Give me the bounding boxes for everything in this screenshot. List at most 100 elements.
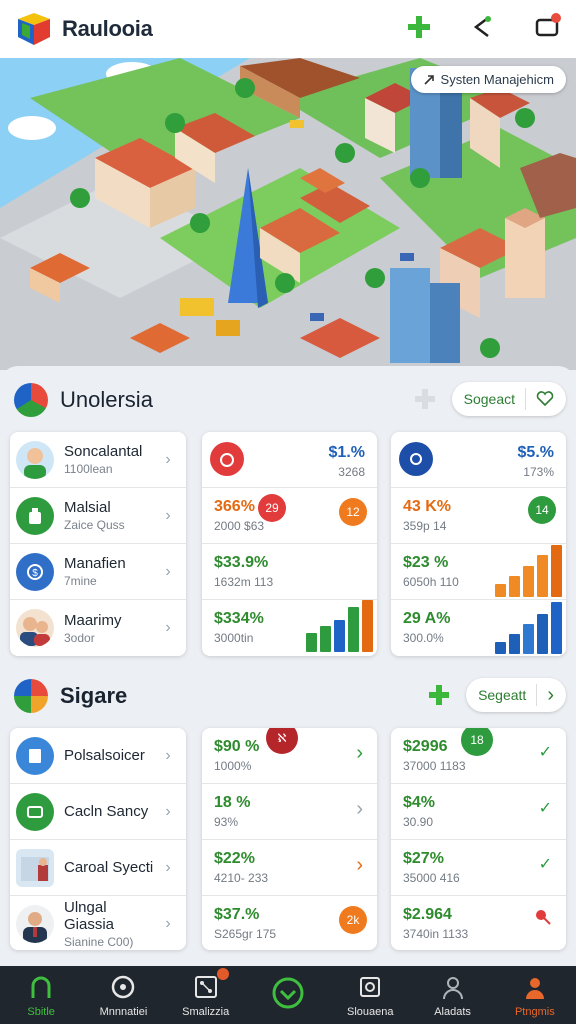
- chevron-right-icon: ›: [165, 562, 171, 580]
- nav-item-check[interactable]: [247, 966, 329, 1024]
- avatar: [16, 905, 54, 943]
- chevron-right-icon[interactable]: ›: [356, 798, 363, 821]
- list-item[interactable]: Caroal Syecti ›: [10, 840, 186, 896]
- mini-bar: [551, 602, 562, 654]
- section-header-2: Sigare Segeatt ›: [14, 676, 566, 716]
- check-icon: ✓: [538, 744, 552, 761]
- stat-row[interactable]: $22% 4210- 233 ›: [202, 840, 377, 896]
- share-icon[interactable]: [468, 12, 498, 42]
- person-icon: [438, 972, 468, 1002]
- select-button[interactable]: Sogeact: [451, 382, 566, 416]
- chevron-right-icon[interactable]: ›: [356, 854, 363, 877]
- document-icon: [16, 736, 54, 775]
- nav-item-profile[interactable]: Ptngmis: [494, 966, 576, 1024]
- chevron-right-icon: ›: [547, 683, 554, 706]
- nav-item-label: Slouaena: [347, 1006, 394, 1018]
- stopwatch-icon: [210, 442, 244, 476]
- list-item[interactable]: Maarimy 3odor ›: [10, 600, 186, 656]
- notification-badge: [551, 13, 561, 23]
- nav-item-home[interactable]: Sbitle: [0, 966, 82, 1024]
- chevron-right-icon[interactable]: ›: [356, 742, 363, 765]
- nav-item-label: Ptngmis: [514, 1006, 555, 1018]
- stat-row[interactable]: 18 % 93% ›: [202, 784, 377, 840]
- nav-item-network[interactable]: Smalizzia: [165, 966, 247, 1024]
- svg-text:$: $: [32, 568, 38, 579]
- nav-item-solutions[interactable]: Slouaena: [329, 966, 411, 1024]
- stat-subtitle: 173%: [523, 465, 554, 479]
- wallet-icon: [16, 792, 54, 831]
- dashboard-panel: Unolersia Sogeact Soncalantal 1100lean ›: [0, 366, 576, 966]
- count-badge: 29: [258, 494, 286, 522]
- notification-badge: [216, 968, 229, 980]
- stat-row[interactable]: $2.964 3740in 1133: [391, 896, 566, 950]
- list-item[interactable]: Cacln Sancy ›: [10, 784, 186, 840]
- stats-card: $5.% 173% 43 K% 359p 14 14 $23 % 6050h 1…: [391, 432, 566, 656]
- stat-row[interactable]: $37.% S265gr 175 2k: [202, 896, 377, 950]
- mini-bar: [537, 614, 548, 654]
- list-item[interactable]: Polsalsoicer ›: [10, 728, 186, 784]
- list-item[interactable]: Malsial Zaice Quss ›: [10, 488, 186, 544]
- list-item[interactable]: Soncalantal 1100lean ›: [10, 432, 186, 488]
- app-title: Raulooia: [62, 16, 153, 41]
- mini-bar: [537, 555, 548, 597]
- nav-item-management[interactable]: Mnnnatiei: [82, 966, 164, 1024]
- nav-item-label: Sbitle: [27, 1006, 55, 1018]
- chevron-right-icon: ›: [165, 506, 171, 524]
- nav-item-label: Mnnnatiei: [99, 1006, 148, 1018]
- mini-bar-chart: [495, 541, 562, 597]
- mini-bar: [509, 576, 520, 597]
- stat-value: $27%: [403, 850, 444, 867]
- list-item[interactable]: $ Manafien 7mine ›: [10, 544, 186, 600]
- stats-card: $2996 37000 1183 18 ✓ $4% 30.90 ✓ $27% 3…: [391, 728, 566, 950]
- stat-row[interactable]: $90 % 1000% ℵ ›: [202, 728, 377, 784]
- stat-subtitle: 1000%: [214, 759, 252, 773]
- section-title: Unolersia: [60, 387, 153, 412]
- chevron-right-icon: ›: [165, 858, 171, 876]
- system-management-label: Systen Manajehicm: [440, 72, 554, 87]
- stat-row[interactable]: $4% 30.90 ✓: [391, 784, 566, 840]
- stat-row[interactable]: $33.9% 1632m 113: [202, 544, 377, 600]
- notification-icon[interactable]: [532, 12, 562, 42]
- camera-icon: [399, 442, 433, 476]
- stat-value: $1.%: [328, 444, 365, 461]
- add-icon[interactable]: [404, 12, 434, 42]
- bank-icon: $: [16, 552, 54, 591]
- stat-subtitle: 35000 416: [403, 871, 460, 885]
- stat-row[interactable]: $27% 35000 416 ✓: [391, 840, 566, 896]
- list-card: Polsalsoicer › Cacln Sancy › Caroal Syec…: [10, 728, 186, 950]
- stat-subtitle: 1632m 113: [214, 575, 274, 589]
- select-button-label: Sogeact: [463, 391, 515, 407]
- chevron-right-icon: ›: [165, 619, 171, 636]
- avatar: [16, 440, 54, 479]
- system-management-chip[interactable]: Systen Manajehicm: [410, 66, 566, 93]
- user-icon: [520, 972, 550, 1002]
- chevron-right-icon: ›: [165, 915, 171, 932]
- network-icon: [191, 972, 221, 1002]
- stat-value: $5.%: [517, 444, 554, 461]
- section-header-1: Unolersia Sogeact: [14, 380, 566, 420]
- mini-bar-chart: [495, 598, 562, 654]
- bottom-navigation: Sbitle Mnnnatiei Smalizzia Slouaena Alad…: [0, 966, 576, 1024]
- stat-row[interactable]: $1.% 3268: [202, 432, 377, 488]
- add-icon[interactable]: [424, 680, 454, 710]
- stat-row[interactable]: 43 K% 359p 14 14: [391, 488, 566, 544]
- stat-row[interactable]: $23 % 6050h 110: [391, 544, 566, 600]
- stat-row[interactable]: $2996 37000 1183 18 ✓: [391, 728, 566, 784]
- expand-icon: [423, 74, 434, 85]
- chevron-right-icon: ›: [165, 802, 171, 820]
- stat-subtitle: 30.90: [403, 815, 434, 829]
- stat-row[interactable]: $5.% 173%: [391, 432, 566, 488]
- search-button[interactable]: Segeatt ›: [466, 678, 566, 712]
- list-item[interactable]: Ulngal Giassia Sianine C00) ›: [10, 896, 186, 950]
- stat-row[interactable]: $334% 3000tin: [202, 600, 377, 656]
- list-item-subtitle: Zaice Quss: [64, 518, 125, 532]
- add-icon[interactable]: [410, 384, 440, 414]
- section-title: Sigare: [60, 683, 128, 708]
- store-icon: [16, 848, 54, 887]
- stat-row[interactable]: 29 A% 300.0%: [391, 600, 566, 656]
- mini-bar: [523, 624, 534, 654]
- stat-row[interactable]: 366% 2000 $63 29 12: [202, 488, 377, 544]
- mini-bar: [509, 634, 520, 654]
- nav-item-alerts[interactable]: Aladats: [411, 966, 493, 1024]
- heart-icon[interactable]: [536, 390, 554, 408]
